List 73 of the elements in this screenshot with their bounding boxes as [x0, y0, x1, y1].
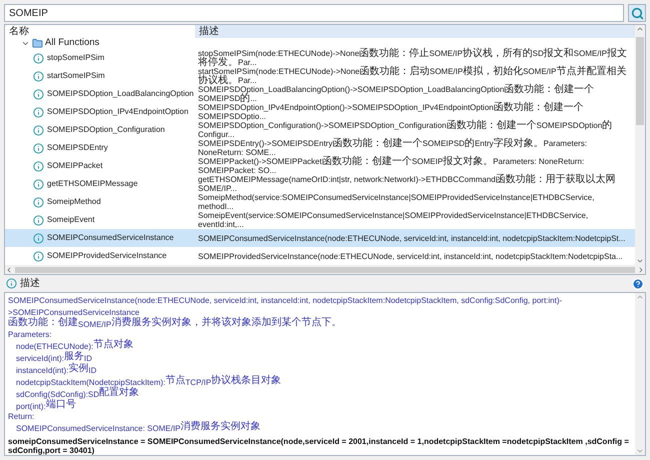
info-icon: [33, 196, 44, 208]
function-description: getETHSOMEIPMessage(nameOrID:int|str, network:NetworkI)->ETHDBCCommand函数功能：用于获取以太网SOME/IP...: [197, 175, 616, 193]
scroll-right-icon: [637, 266, 645, 274]
function-row[interactable]: SOMEIPSDOption_Configuration SOMEIPSDOption_Configuration()->SOMEIPSDOption_Configuration函数功能：创建一个SOMEIPSDOption的Configur...: [5, 121, 635, 139]
info-icon: [33, 142, 44, 154]
info-icon: [33, 88, 44, 100]
tree-node-label[interactable]: All Functions: [45, 36, 100, 51]
vertical-scrollbar[interactable]: [635, 25, 645, 265]
function-description: startSomeIPSim(node:ETHECUNode)->None函数功能：启动SOME/IP模拟，初始化SOME/IP节点并配置相关协议栈。Par...: [197, 67, 628, 85]
function-description: SomeipEvent(service:SOMEIPConsumedServiceInstance|SOMEIPProvidedServiceInstance|ETHDBCService, eventId:int,...: [197, 211, 590, 229]
info-icon: [33, 232, 44, 244]
chevron-down-icon: [21, 39, 30, 48]
function-description: SOMEIPProvidedServiceInstance(node:ETHECUNode, serviceId:int, instanceId:int, nodetcpipStackItem:NodetcpipSta...: [197, 252, 624, 260]
function-name: SOMEIPSDOption_IPv4EndpointOption: [47, 106, 188, 118]
column-header[interactable]: 描述: [195, 25, 635, 38]
info-icon: [33, 214, 44, 226]
search-field[interactable]: SOMEIP: [4, 4, 624, 22]
info-icon: [33, 52, 44, 64]
scroll-up-icon: [636, 25, 644, 33]
function-description: SOMEIPSDOption_LoadBalancingOption()->SOMEIPSDOption_LoadBalancingOption函数功能：创建一个SOMEIPSD的...: [197, 85, 596, 103]
function-description: SOMEIPConsumedServiceInstance(node:ETHECUNode, serviceId:int, instanceId:int, nodetcpipStackItem:NodetcpipSt...: [197, 234, 626, 242]
function-row[interactable]: SOMEIPProvidedServiceInstance SOMEIPProvidedServiceInstance(node:ETHECUNode, serviceId:int, instanceId:int, nodetcpipStackItem:NodetcpipSta...: [5, 247, 635, 265]
function-name: SOMEIPProvidedServiceInstance: [47, 250, 167, 262]
function-name: SomeipMethod: [47, 196, 101, 208]
function-name: SOMEIPConsumedServiceInstance: [47, 232, 174, 244]
function-row[interactable]: SOMEIPPacket SOMEIPPacket()->SOMEIPPacket函数功能：创建一个SOMEIP报文对象。Parameters: NoneReturn: SOMEIPPacket: SO...: [5, 157, 635, 175]
search-icon: [630, 6, 644, 20]
function-row[interactable]: SOMEIPSDOption_IPv4EndpointOption SOMEIPSDOption_IPv4EndpointOption()->SOMEIPSDOption_IPv4EndpointOption函数功能：创建一个SOMEIPSDOptio...: [5, 103, 635, 121]
column-header[interactable]: 名称: [5, 25, 195, 38]
function-name: SOMEIPSDEntry: [47, 142, 108, 154]
info-icon: [33, 70, 44, 82]
function-row[interactable]: getETHSOMEIPMessage getETHSOMEIPMessage(nameOrID:int|str, network:NetworkI)->ETHDBCCommand函数功能：用于获取以太网SOME/IP...: [5, 175, 635, 193]
function-row[interactable]: SomeipMethod SomeipMethod(service:SOMEIPConsumedServiceInstance|SOMEIPProvidedServiceInstance|ETHDBCService, methodI...: [5, 193, 635, 211]
function-description: SOMEIPSDEntry()->SOMEIPSDEntry函数功能：创建一个SOMEIPSD的Entry字段对象。Parameters: NoneReturn: SOME...: [197, 139, 588, 157]
function-row[interactable]: SOMEIPConsumedServiceInstance SOMEIPConsumedServiceInstance(node:ETHECUNode, serviceId:int, instanceId:int, nodetcpipStackItem:NodetcpipSt...: [5, 229, 635, 247]
info-icon: [33, 250, 44, 262]
search-button[interactable]: [628, 4, 646, 22]
horizontal-scrollbar[interactable]: [5, 265, 645, 274]
detail-title: 描述: [20, 276, 40, 291]
function-description: SOMEIPSDOption_Configuration()->SOMEIPSDOption_Configuration函数功能：创建一个SOMEIPSDOption的Configur...: [197, 121, 614, 139]
scroll-down-icon: [636, 257, 644, 265]
function-row[interactable]: SOMEIPSDOption_LoadBalancingOption SOMEIPSDOption_LoadBalancingOption()->SOMEIPSDOption_LoadBalancingOption函数功能：创建一个SOMEIPSD的...: [5, 85, 635, 103]
scroll-left-icon: [5, 266, 13, 274]
function-description: SOMEIPPacket()->SOMEIPPacket函数功能：创建一个SOMEIP报文对象。Parameters: NoneReturn: SOMEIPPacket: SO...: [197, 157, 584, 175]
info-icon: [33, 106, 44, 118]
parameters-label: Parameters:: [8, 330, 53, 340]
function-name: SOMEIPSDOption_Configuration: [47, 124, 165, 136]
folder-icon: [32, 38, 43, 49]
info-icon: [33, 178, 44, 190]
function-name: startSomeIPSim: [47, 70, 105, 82]
vertical-scrollbar[interactable]: [635, 293, 645, 455]
function-description: SOMEIPSDOption_IPv4EndpointOption()->SOMEIPSDOption_IPv4EndpointOption函数功能：创建一个SOMEIPSDOptio...: [197, 103, 584, 121]
info-icon: [6, 278, 17, 289]
scroll-up-icon: [636, 293, 644, 301]
function-row[interactable]: stopSomeIPSim stopSomeIPSim(node:ETHECUNode)->None函数功能：停止SOME/IP协议栈，所有的SD报文和SOME/IP报文将停发。Par...: [5, 49, 635, 67]
return-label: Return:: [8, 412, 36, 422]
info-icon: [33, 160, 44, 172]
function-description: SomeipMethod(service:SOMEIPConsumedServiceInstance|SOMEIPProvidedServiceInstance|ETHDBCService, methodI...: [197, 193, 596, 211]
function-name: SomeipEvent: [47, 214, 95, 226]
function-signature: SOMEIPConsumedServiceInstance(node:ETHECUNode, serviceId:int, instanceId:int, nodetcpipStackItem:NodetcpipStackItem, sdConfig:SdConfig, port:int)->SOMEIPConsumedServiceInstance: [8, 295, 564, 317]
function-row[interactable]: startSomeIPSim startSomeIPSim(node:ETHECUNode)->None函数功能：启动SOME/IP模拟，初始化SOME/IP节点并配置相关协议栈。Par...: [5, 67, 635, 85]
info-icon: [33, 124, 44, 136]
function-row[interactable]: SOMEIPSDEntry SOMEIPSDEntry()->SOMEIPSDEntry函数功能：创建一个SOMEIPSD的Entry字段对象。Parameters: NoneReturn: SOME...: [5, 139, 635, 157]
function-description: stopSomeIPSim(node:ETHECUNode)->None函数功能：停止SOME/IP协议栈，所有的SD报文和SOME/IP报文将停发。Par...: [197, 49, 628, 67]
expand-toggle[interactable]: [21, 39, 30, 48]
function-name: stopSomeIPSim: [47, 52, 104, 64]
help-icon[interactable]: [632, 278, 644, 290]
function-row[interactable]: SomeipEvent SomeipEvent(service:SOMEIPConsumedServiceInstance|SOMEIPProvidedServiceInstance|ETHDBCService, eventId:int,...: [5, 211, 635, 229]
function-name: SOMEIPPacket: [47, 160, 103, 172]
function-name: getETHSOMEIPMessage: [47, 178, 138, 190]
example-code: someipConsumedServiceInstance = SOMEIPConsumedServiceInstance(node,serviceId = 2001,instanceId = 1,nodetcpipStackItem =nodetcpipStackItem ,sdConfig = sdConfig,port = 30401): [8, 437, 630, 455]
function-name: SOMEIPSDOption_LoadBalancingOption: [47, 88, 194, 100]
scroll-down-icon: [636, 447, 644, 455]
